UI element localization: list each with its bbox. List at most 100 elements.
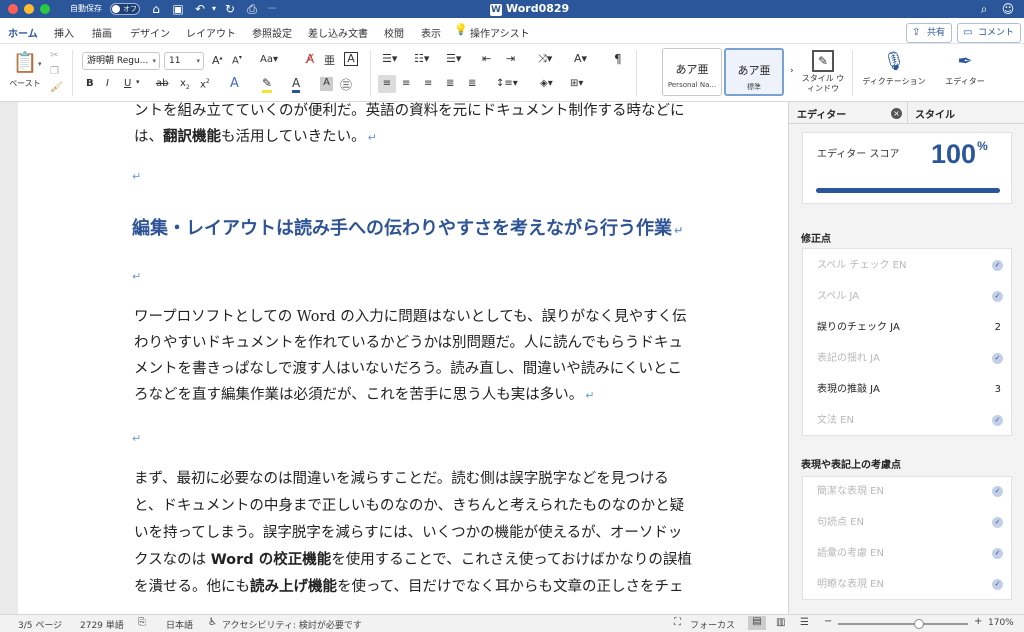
- accessibility-icon[interactable]: ♿: [208, 617, 217, 628]
- italic-icon[interactable]: I: [106, 78, 109, 89]
- zoom-window-button[interactable]: [40, 4, 50, 14]
- more-icon[interactable]: ⋯: [264, 1, 280, 17]
- style-normal[interactable]: あア亜 標準: [724, 48, 784, 96]
- paste-dropdown-icon[interactable]: ▾: [38, 60, 42, 68]
- save-icon[interactable]: ▣: [170, 1, 186, 17]
- document-page[interactable]: ントを組み立てていくのが便利だ。英語の資料を元にドキュメント制作する時などに は…: [18, 102, 788, 614]
- page-count[interactable]: 3/5 ページ: [18, 618, 62, 631]
- refinement-item[interactable]: 語彙の考慮 EN ✓: [817, 544, 1003, 564]
- tab-draw[interactable]: 描画: [92, 25, 112, 40]
- enclosed-character-icon[interactable]: ㊂: [340, 76, 352, 93]
- editor-button[interactable]: ✒ エディター: [938, 50, 992, 87]
- font-color-icon[interactable]: A: [292, 76, 301, 93]
- tab-tell-me[interactable]: 操作アシスト: [470, 25, 530, 40]
- increase-indent-icon[interactable]: ⇥: [506, 52, 515, 65]
- justify-icon[interactable]: ≣: [446, 75, 454, 93]
- correction-item[interactable]: 誤りのチェック JA 2: [817, 318, 1003, 338]
- grow-font-icon[interactable]: A▴: [212, 54, 223, 67]
- tab-mailings[interactable]: 差し込み文書: [308, 25, 368, 40]
- refinement-item[interactable]: 句読点 EN ✓: [817, 513, 1003, 533]
- enclose-characters-icon[interactable]: A: [344, 52, 358, 66]
- tab-view[interactable]: 表示: [421, 25, 441, 40]
- align-center-icon[interactable]: ≡: [402, 75, 410, 93]
- line-spacing-icon[interactable]: ↕≡▾: [496, 75, 518, 93]
- font-size-select[interactable]: 11 ▾: [164, 52, 204, 70]
- account-icon[interactable]: ☺: [1000, 1, 1016, 17]
- language-indicator[interactable]: 日本語: [166, 618, 193, 631]
- numbering-icon[interactable]: ☷▾: [414, 52, 429, 65]
- search-icon[interactable]: ⌕: [976, 1, 992, 17]
- proofing-icon[interactable]: ⎘: [138, 617, 146, 628]
- redo-icon[interactable]: ↻: [222, 1, 238, 17]
- shading-icon[interactable]: ◈▾: [540, 75, 553, 93]
- correction-item[interactable]: 表現の推敲 JA 3: [817, 380, 1003, 400]
- zoom-slider[interactable]: [838, 619, 968, 629]
- style-window-button[interactable]: ✎ スタイル ウィンドウ: [800, 50, 846, 94]
- zoom-slider-knob[interactable]: [913, 619, 924, 629]
- change-case-icon[interactable]: Aa▾: [260, 54, 278, 65]
- tab-insert[interactable]: 挿入: [54, 25, 74, 40]
- web-layout-icon[interactable]: ▥: [776, 617, 785, 628]
- correction-item[interactable]: スペル JA ✓: [817, 287, 1003, 307]
- tab-design[interactable]: デザイン: [130, 25, 170, 40]
- tab-home[interactable]: ホーム: [8, 25, 38, 40]
- font-name-select[interactable]: 游明朝 Regu... ▾: [82, 52, 160, 70]
- home-icon[interactable]: ⌂: [148, 1, 164, 17]
- refinement-item[interactable]: 明瞭な表現 EN ✓: [817, 575, 1003, 595]
- correction-item[interactable]: 表記の揺れ JA ✓: [817, 349, 1003, 369]
- zoom-out-icon[interactable]: −: [824, 616, 832, 627]
- strikethrough-icon[interactable]: ab: [156, 78, 168, 89]
- superscript-icon[interactable]: x2: [200, 78, 210, 90]
- cut-icon[interactable]: ✂: [50, 50, 58, 61]
- zoom-in-icon[interactable]: +: [974, 616, 982, 627]
- print-icon[interactable]: ⎙: [244, 1, 260, 17]
- character-shading-icon[interactable]: A: [320, 77, 333, 91]
- accessibility-status[interactable]: アクセシビリティ: 検討が必要です: [222, 618, 362, 631]
- multilevel-list-icon[interactable]: ☰▾: [446, 52, 461, 65]
- zoom-level[interactable]: 170%: [988, 618, 1014, 628]
- bold-icon[interactable]: B: [86, 78, 94, 89]
- text-effects-icon[interactable]: A: [230, 76, 239, 91]
- highlight-icon[interactable]: ✎: [262, 76, 273, 93]
- subscript-icon[interactable]: x2: [180, 78, 190, 91]
- show-paragraph-marks-icon[interactable]: ¶: [614, 52, 622, 66]
- underline-dropdown-icon[interactable]: ▾: [136, 78, 140, 86]
- autosave-toggle[interactable]: オフ: [110, 3, 140, 15]
- close-pane-icon[interactable]: ×: [891, 108, 902, 119]
- refinement-item[interactable]: 簡潔な表現 EN ✓: [817, 482, 1003, 502]
- close-window-button[interactable]: [8, 4, 18, 14]
- outline-view-icon[interactable]: ☰: [800, 617, 809, 628]
- undo-dropdown-icon[interactable]: ▾: [206, 1, 222, 17]
- minimize-window-button[interactable]: [24, 4, 34, 14]
- focus-icon[interactable]: ⛶: [674, 617, 681, 628]
- phonetic-guide-icon[interactable]: 亜: [324, 52, 335, 68]
- shrink-font-icon[interactable]: A▾: [232, 54, 242, 66]
- word-count[interactable]: 2729 単語: [80, 618, 124, 631]
- print-layout-icon[interactable]: ▤: [748, 616, 766, 630]
- distributed-icon[interactable]: ≣: [468, 75, 476, 93]
- pane-tab-editor[interactable]: エディター: [797, 106, 846, 121]
- comment-button[interactable]: ▭ コメント: [957, 23, 1022, 43]
- paste-button[interactable]: 📋 ペースト: [8, 50, 42, 96]
- tab-layout[interactable]: レイアウト: [186, 25, 236, 40]
- dictation-button[interactable]: 🎙 ディクテーション: [858, 50, 930, 87]
- borders-icon[interactable]: ⊞▾: [570, 75, 583, 93]
- styles-more-icon[interactable]: ›: [790, 66, 794, 76]
- asian-layout-icon[interactable]: A▾: [574, 52, 587, 65]
- pane-tab-style[interactable]: スタイル: [915, 106, 955, 121]
- underline-icon[interactable]: U: [124, 78, 131, 89]
- share-button[interactable]: ⇪ 共有: [906, 23, 953, 43]
- align-left-icon[interactable]: ≡: [378, 75, 396, 93]
- align-right-icon[interactable]: ≡: [424, 75, 432, 93]
- sort-icon[interactable]: ⤨▾: [538, 52, 552, 66]
- bullets-icon[interactable]: ☰▾: [382, 52, 397, 65]
- tab-references[interactable]: 参照設定: [252, 25, 292, 40]
- decrease-indent-icon[interactable]: ⇤: [482, 52, 491, 65]
- correction-item[interactable]: スペル チェック EN ✓: [817, 256, 1003, 276]
- document-area[interactable]: ントを組み立てていくのが便利だ。英語の資料を元にドキュメント制作する時などに は…: [0, 102, 788, 614]
- clear-formatting-icon[interactable]: A̸: [306, 52, 314, 66]
- tab-review[interactable]: 校閲: [384, 25, 404, 40]
- focus-mode-button[interactable]: フォーカス: [690, 618, 735, 631]
- copy-icon[interactable]: ❐: [50, 66, 59, 77]
- correction-item[interactable]: 文法 EN ✓: [817, 411, 1003, 431]
